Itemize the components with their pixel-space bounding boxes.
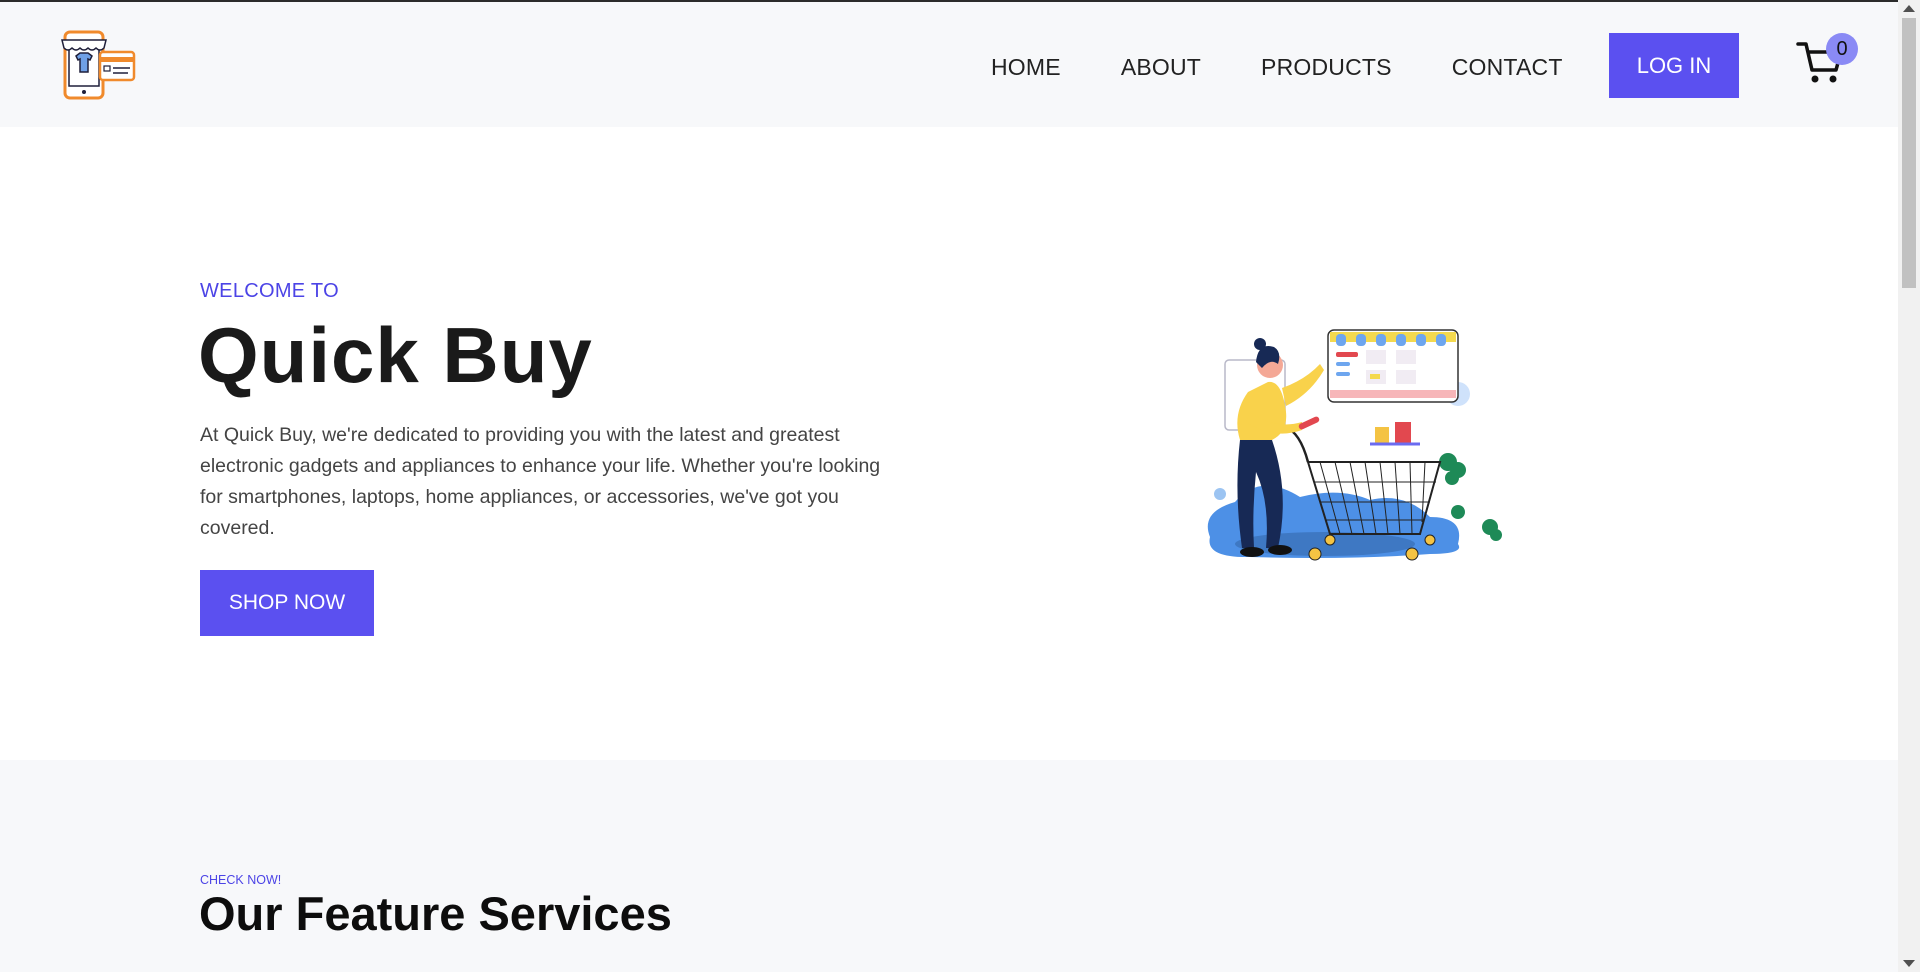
hero-eyebrow: WELCOME TO	[200, 280, 339, 302]
nav-contact-link[interactable]: CONTACT	[1452, 52, 1563, 82]
hero-title: Quick Buy	[198, 311, 593, 399]
scroll-down-icon[interactable]	[1903, 960, 1915, 967]
page-scrollbar[interactable]	[1898, 0, 1920, 972]
page-viewport: HOME ABOUT PRODUCTS CONTACT LOG IN 0 WEL…	[0, 0, 1898, 972]
nav-home-link[interactable]: HOME	[991, 52, 1061, 82]
nav-products-link[interactable]: PRODUCTS	[1261, 52, 1392, 82]
nav-about-link[interactable]: ABOUT	[1121, 52, 1201, 82]
features-section: CHECK NOW! Our Feature Services	[0, 760, 1898, 972]
features-title: Our Feature Services	[199, 887, 672, 940]
login-button[interactable]: LOG IN	[1609, 33, 1739, 98]
shopping-illustration	[1207, 329, 1502, 561]
cart-count-badge: 0	[1826, 33, 1858, 65]
features-eyebrow: CHECK NOW!	[200, 873, 282, 887]
main-nav: HOME ABOUT PRODUCTS CONTACT	[991, 52, 1623, 82]
site-header: HOME ABOUT PRODUCTS CONTACT LOG IN 0	[0, 2, 1898, 127]
scroll-thumb[interactable]	[1902, 18, 1916, 288]
scroll-up-icon[interactable]	[1903, 5, 1915, 12]
store-logo-icon[interactable]	[58, 28, 138, 102]
hero-section: WELCOME TO Quick Buy At Quick Buy, we're…	[0, 127, 1898, 760]
shop-now-button[interactable]: SHOP NOW	[200, 570, 374, 636]
hero-description: At Quick Buy, we're dedicated to providi…	[200, 424, 881, 539]
